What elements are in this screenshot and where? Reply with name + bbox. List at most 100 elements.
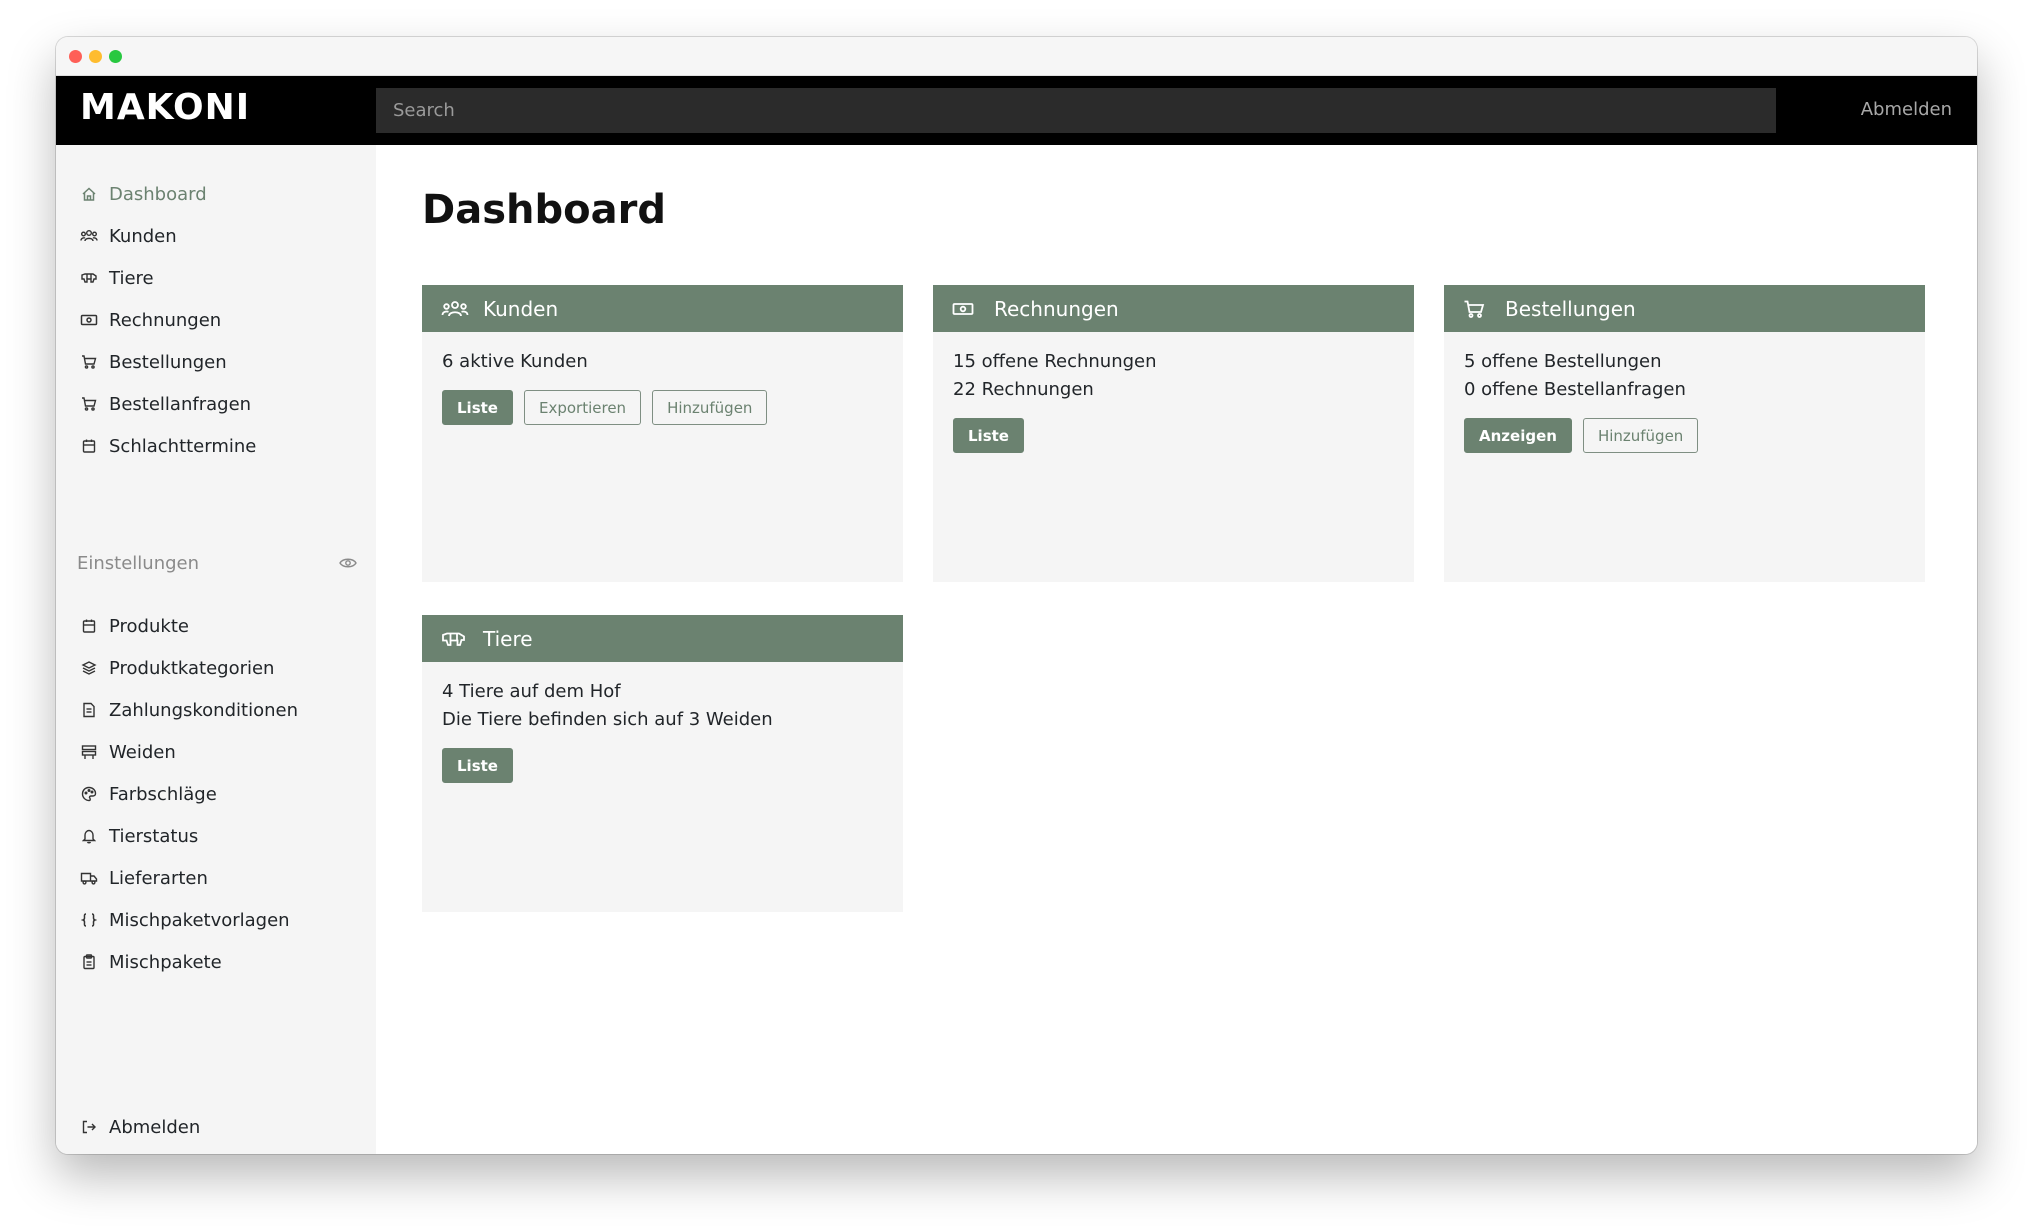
truck-icon	[79, 868, 99, 888]
card-stat-text: 0 offene Bestellanfragen	[1464, 379, 1686, 400]
sidebar-item-rechnungen[interactable]: Rechnungen	[56, 299, 376, 341]
sidebar-item-label: Kunden	[109, 225, 177, 247]
card-actions: Liste	[442, 748, 883, 783]
sidebar-item-bestellungen[interactable]: Bestellungen	[56, 341, 376, 383]
sidebar-item-dashboard[interactable]: Dashboard	[56, 173, 376, 215]
sidebar-item-farbschlaege[interactable]: Farbschläge	[56, 773, 376, 815]
sidebar-item-kunden[interactable]: Kunden	[56, 215, 376, 257]
bestellungen-show-button[interactable]: Anzeigen	[1464, 418, 1572, 453]
sidebar-item-abmelden[interactable]: Abmelden	[56, 1106, 376, 1148]
sidebar-item-schlachttermine[interactable]: Schlachttermine	[56, 425, 376, 467]
sidebar-item-zahlungskonditionen[interactable]: Zahlungskonditionen	[56, 689, 376, 731]
sidebar-item-label: Farbschläge	[109, 783, 217, 805]
sidebar-item-bestellanfragen[interactable]: Bestellanfragen	[56, 383, 376, 425]
box-icon	[79, 616, 99, 636]
card-tiere: Tiere 4 Tiere auf dem Hof Die Tiere befi…	[422, 615, 903, 912]
cart-icon	[1463, 298, 1491, 320]
browser-window: MAKONI Abmelden Dashboard Kunden	[56, 37, 1977, 1154]
card-kunden: Kunden 6 aktive Kunden Liste Exportieren…	[422, 285, 903, 582]
sidebar-item-label: Tiere	[109, 267, 154, 289]
card-actions: Anzeigen Hinzufügen	[1464, 418, 1905, 453]
sidebar-settings-menu: Produkte Produktkategorien Zahlungskondi…	[56, 605, 376, 983]
settings-heading: Einstellungen	[77, 553, 200, 574]
cow-icon	[441, 628, 469, 650]
sidebar-item-label: Zahlungskonditionen	[109, 699, 298, 721]
card-header: Bestellungen	[1444, 285, 1925, 332]
calendar-icon	[79, 436, 99, 456]
card-stat-text: 15 offene Rechnungen	[953, 351, 1157, 372]
bell-icon	[79, 826, 99, 846]
card-header: Rechnungen	[933, 285, 1414, 332]
sidebar-item-label: Rechnungen	[109, 309, 222, 331]
sidebar-item-mischpaketvorlagen[interactable]: Mischpaketvorlagen	[56, 899, 376, 941]
card-header: Tiere	[422, 615, 903, 662]
layers-icon	[79, 658, 99, 678]
sidebar-item-weiden[interactable]: Weiden	[56, 731, 376, 773]
sidebar-item-label: Bestellungen	[109, 351, 227, 373]
sidebar-item-mischpakete[interactable]: Mischpakete	[56, 941, 376, 983]
card-body: 4 Tiere auf dem Hof Die Tiere befinden s…	[422, 662, 903, 783]
sidebar-item-label: Mischpakete	[109, 951, 222, 973]
card-body: 6 aktive Kunden Liste Exportieren Hinzuf…	[422, 332, 903, 425]
top-navbar: MAKONI Abmelden	[56, 76, 1977, 145]
cow-icon	[79, 268, 99, 288]
card-stat-text: 6 aktive Kunden	[442, 351, 588, 372]
search-input[interactable]	[376, 88, 1776, 133]
sidebar-item-tierstatus[interactable]: Tierstatus	[56, 815, 376, 857]
clipboard-icon	[79, 952, 99, 972]
kunden-add-button[interactable]: Hinzufügen	[652, 390, 768, 425]
bestellungen-add-button[interactable]: Hinzufügen	[1582, 418, 1699, 453]
sidebar-bottom-menu: Abmelden	[56, 1106, 376, 1148]
logout-icon	[79, 1117, 99, 1137]
brand-logo[interactable]: MAKONI	[80, 87, 250, 128]
card-actions: Liste	[953, 418, 1394, 453]
cash-icon	[79, 310, 99, 330]
sidebar-item-label: Produktkategorien	[109, 657, 275, 679]
card-body: 5 offene Bestellungen 0 offene Bestellan…	[1444, 332, 1925, 453]
card-stat-text: 4 Tiere auf dem Hof	[442, 681, 621, 702]
card-title: Kunden	[483, 296, 559, 321]
sidebar-item-label: Produkte	[109, 615, 189, 637]
sidebar-item-lieferarten[interactable]: Lieferarten	[56, 857, 376, 899]
sidebar-item-label: Bestellanfragen	[109, 393, 252, 415]
card-title: Tiere	[483, 626, 533, 651]
sidebar-main-menu: Dashboard Kunden Tiere Rechnungen Bestel…	[56, 173, 376, 467]
kunden-export-button[interactable]: Exportieren	[523, 390, 642, 425]
sidebar-item-produktkategorien[interactable]: Produktkategorien	[56, 647, 376, 689]
sidebar-item-tiere[interactable]: Tiere	[56, 257, 376, 299]
fence-icon	[79, 742, 99, 762]
braces-icon	[79, 910, 99, 930]
main-content: Dashboard Kunden 6 aktive Kunden Liste E…	[376, 145, 1977, 1154]
card-stat-text: Die Tiere befinden sich auf 3 Weiden	[442, 709, 773, 730]
sidebar-item-label: Tierstatus	[109, 825, 199, 847]
maximize-window-button[interactable]	[109, 50, 122, 63]
sidebar: Dashboard Kunden Tiere Rechnungen Bestel…	[56, 145, 376, 1154]
minimize-window-button[interactable]	[89, 50, 102, 63]
kunden-list-button[interactable]: Liste	[442, 390, 513, 425]
tiere-list-button[interactable]: Liste	[442, 748, 513, 783]
navbar-logout-link[interactable]: Abmelden	[1861, 99, 1952, 120]
card-stat-text: 5 offene Bestellungen	[1464, 351, 1662, 372]
sidebar-item-label: Lieferarten	[109, 867, 208, 889]
cart-icon	[79, 352, 99, 372]
users-icon	[79, 226, 99, 246]
sidebar-item-label: Mischpaketvorlagen	[109, 909, 290, 931]
page-title: Dashboard	[422, 187, 666, 233]
eye-icon[interactable]	[339, 553, 357, 574]
rechnungen-list-button[interactable]: Liste	[953, 418, 1024, 453]
card-body: 15 offene Rechnungen 22 Rechnungen Liste	[933, 332, 1414, 453]
card-stat-text: 22 Rechnungen	[953, 379, 1094, 400]
close-window-button[interactable]	[69, 50, 82, 63]
card-rechnungen: Rechnungen 15 offene Rechnungen 22 Rechn…	[933, 285, 1414, 582]
cart-icon	[79, 394, 99, 414]
sidebar-item-produkte[interactable]: Produkte	[56, 605, 376, 647]
users-icon	[441, 298, 469, 320]
card-title: Rechnungen	[994, 296, 1119, 321]
card-bestellungen: Bestellungen 5 offene Bestellungen 0 off…	[1444, 285, 1925, 582]
card-header: Kunden	[422, 285, 903, 332]
home-icon	[79, 184, 99, 204]
palette-icon	[79, 784, 99, 804]
sidebar-item-label: Weiden	[109, 741, 176, 763]
card-actions: Liste Exportieren Hinzufügen	[442, 390, 883, 425]
sidebar-item-label: Abmelden	[109, 1116, 201, 1138]
